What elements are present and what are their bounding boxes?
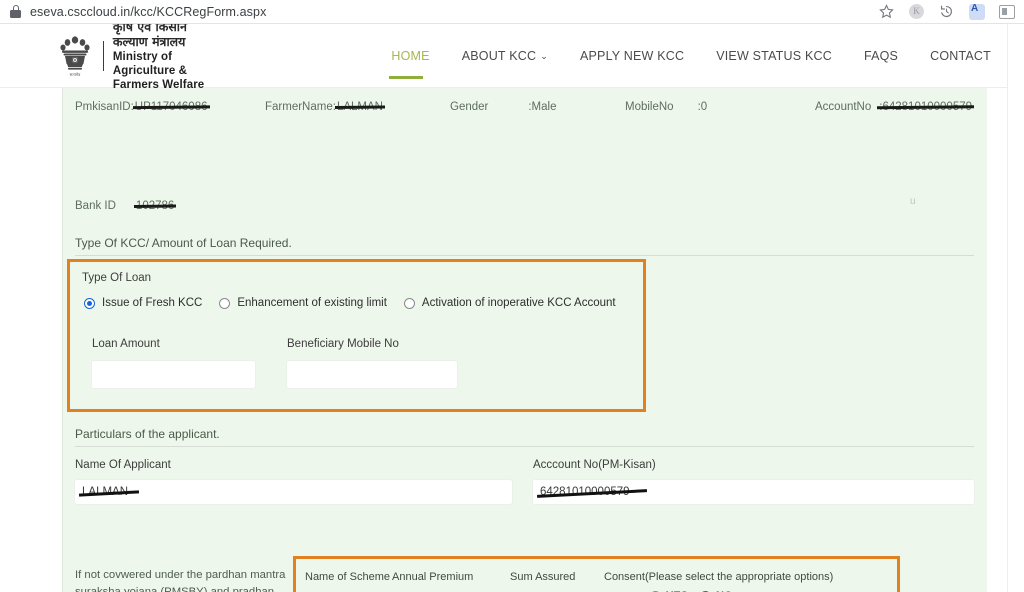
gender-field: Gender :Male [450,101,625,113]
bank-id-value: 102786 [135,200,175,212]
page-right-gutter [1007,24,1024,592]
scheme-grid: Name of Scheme Annual Premium Sum Assure… [305,566,833,592]
pm-kisan-account-label: Acccount No(PM-Kisan) [533,459,656,471]
radio-label: Issue of Fresh KCC [102,297,203,309]
kcc-registration-form: PmkisanID: UP117046086 FarmerName: LALMA… [62,88,987,592]
particulars-heading: Particulars of the applicant. [75,427,220,441]
type-of-loan-group: Type Of Loan Issue of Fresh KCC Enhancem… [67,259,646,412]
toolbar-actions: K [878,3,1024,20]
kcc-section-heading: Type Of KCC/ Amount of Loan Required. [75,236,292,250]
beneficiary-mobile-input[interactable] [287,361,457,388]
main-navigation: HOME ABOUT KCC ⌄ APPLY NEW KCC VIEW STATU… [375,29,1007,83]
pmkisan-id-label: PmkisanID: [75,101,134,113]
nav-item-about-kcc[interactable]: ABOUT KCC ⌄ [446,29,564,83]
nav-item-contact[interactable]: CONTACT [914,29,1007,83]
nav-label: APPLY NEW KCC [579,48,685,63]
url-text: eseva.csccloud.in/kcc/KCCRegForm.aspx [30,4,267,19]
col-premium-header: Annual Premium [392,570,474,583]
bank-id-label: Bank ID [75,200,116,212]
nav-label: ABOUT KCC [461,48,537,63]
pmkisan-id-field: PmkisanID: UP117046086 [75,101,265,113]
col-scheme-header: Name of Scheme [305,570,390,583]
radio-label: Activation of inoperative KCC Account [421,297,616,309]
loan-amount-label: Loan Amount [92,338,160,350]
translate-icon[interactable] [969,3,985,20]
scheme-header-row: Name of Scheme Annual Premium Sum Assure… [305,566,833,587]
nav-item-apply-new-kcc[interactable]: APPLY NEW KCC [564,29,700,83]
mobile-no-field: MobileNo :0 [625,101,815,113]
loan-amount-input[interactable] [92,361,255,388]
farmer-name-field: FarmerName: LALMAN [265,101,450,113]
kcc-section-rule [75,255,974,256]
radio-activation-of-inoperative-kcc[interactable]: Activation of inoperative KCC Account [403,297,616,309]
star-icon[interactable] [878,3,895,20]
pm-kisan-account-value: 64281010000579 [533,480,643,504]
extension-badge-icon[interactable]: K [909,4,924,19]
bank-id-field: Bank ID 102786 [75,200,174,212]
radio-button[interactable] [219,297,231,309]
name-of-applicant-label: Name Of Applicant [75,459,171,471]
history-icon[interactable] [938,3,955,20]
radio-label: Enhancement of existing limit [237,297,387,309]
radio-enhancement-of-existing-limit[interactable]: Enhancement of existing limit [219,297,387,309]
brand-hindi-title: कृषि एवं किसान कल्याण मंत्रालय [112,24,187,50]
pmkisan-id-value: UP117046086 [134,101,208,113]
reader-mode-icon[interactable] [999,4,1015,19]
svg-text:सत्यमेव: सत्यमेव [70,72,82,77]
applicant-summary-row: PmkisanID: UP117046086 FarmerName: LALMA… [75,101,975,113]
particulars-rule [75,446,974,447]
mobile-no-value: :0 [697,101,708,113]
render-artifact: u [910,196,916,207]
type-of-loan-title: Type Of Loan [82,272,152,284]
panel-left-rule [62,88,63,592]
brand-divider [103,40,104,71]
nav-label: CONTACT [930,48,991,63]
insurance-consent-note: If not covwered under the pardhan mantra… [75,569,286,592]
brand-english-title: Ministry of Agriculture & Farmers Welfar… [112,50,205,91]
account-no-label: AccountNo [815,101,872,113]
farmer-name-label: FarmerName: [265,101,336,113]
radio-button[interactable] [84,297,95,309]
loan-type-radio-row: Issue of Fresh KCC Enhancement of existi… [84,297,616,309]
chevron-down-icon: ⌄ [540,50,548,61]
col-sum-header: Sum Assured [510,570,576,583]
page-viewport: सत्यमेव कृषि एवं किसान कल्याण मंत्रालय M… [0,24,1024,592]
address-bar[interactable]: eseva.csccloud.in/kcc/KCCRegForm.aspx [0,1,878,23]
farmer-name-value: LALMAN [336,101,383,113]
account-no-field: AccountNo :64281010000579 [815,101,972,113]
nav-label: FAQS [863,48,899,63]
name-of-applicant-value: LALMAN [75,480,135,504]
site-brand: सत्यमेव कृषि एवं किसान कल्याण मंत्रालय M… [56,24,213,92]
browser-toolbar: eseva.csccloud.in/kcc/KCCRegForm.aspx K [0,0,1024,24]
col-consent-header: Consent(Please select the appropriate op… [604,570,834,583]
site-header: सत्यमेव कृषि एवं किसान कल्याण मंत्रालय M… [0,24,1007,91]
lock-icon[interactable] [10,5,21,18]
gender-value: :Male [528,101,557,113]
scheme-row-pmsby: PMSBY Rs. 12/- Rs.2 Lakh YES N [305,587,833,592]
pm-kisan-account-input[interactable]: 64281010000579 [533,480,974,504]
nav-item-home[interactable]: HOME [375,29,445,83]
radio-issue-of-fresh-kcc[interactable]: Issue of Fresh KCC [84,297,202,309]
account-no-value: :64281010000579 [879,101,973,113]
ashoka-emblem-icon: सत्यमेव [56,33,94,79]
radio-button[interactable] [403,297,415,309]
nav-item-view-status-kcc[interactable]: VIEW STATUS KCC [700,29,848,83]
brand-text: कृषि एवं किसान कल्याण मंत्रालय Ministry … [113,24,214,92]
nav-item-faqs[interactable]: FAQS [848,29,914,83]
beneficiary-mobile-label: Beneficiary Mobile No [287,338,399,350]
gender-label: Gender [450,101,489,113]
mobile-no-label: MobileNo [625,101,674,113]
nav-label: HOME [391,48,430,63]
name-of-applicant-input[interactable]: LALMAN [75,480,512,504]
nav-label: VIEW STATUS KCC [716,48,832,63]
insurance-scheme-table: Name of Scheme Annual Premium Sum Assure… [293,556,900,592]
